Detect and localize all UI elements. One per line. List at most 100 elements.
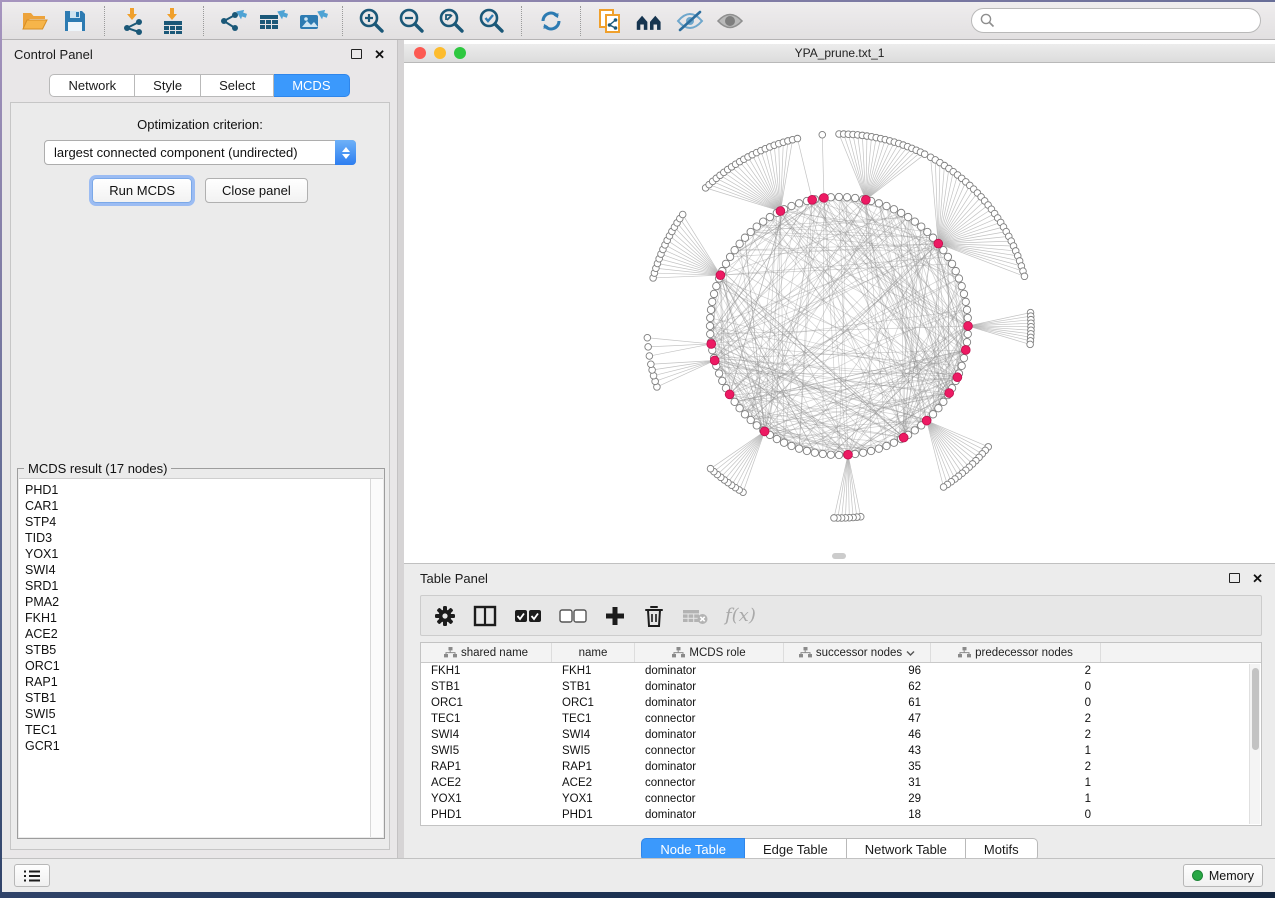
mcds-result-item[interactable]: CAR1 [25,498,370,514]
ring-node[interactable] [795,200,802,207]
ring-node[interactable] [963,338,970,345]
mcds-hub-node[interactable] [964,322,973,331]
mcds-result-item[interactable]: FKH1 [25,610,370,626]
add-column-icon[interactable] [604,605,626,627]
leaf-node[interactable] [646,353,653,360]
ring-node[interactable] [918,223,925,230]
ring-node[interactable] [960,354,967,361]
float-panel-icon[interactable] [351,49,362,59]
ring-node[interactable] [883,202,890,209]
ring-node[interactable] [964,314,971,321]
window-minimize-icon[interactable] [434,47,446,59]
ring-node[interactable] [940,398,947,405]
ring-node[interactable] [726,253,733,260]
mcds-list-scrollbar[interactable] [370,479,383,837]
delete-column-icon[interactable] [643,604,665,628]
network-hscrollbar-thumb[interactable] [832,553,846,559]
ring-node[interactable] [890,439,897,446]
mcds-hub-node[interactable] [953,373,962,382]
mcds-result-item[interactable]: PHD1 [25,482,370,498]
mcds-result-item[interactable]: PMA2 [25,594,370,610]
mcds-result-item[interactable]: YOX1 [25,546,370,562]
mcds-hub-node[interactable] [725,390,734,399]
mcds-hub-node[interactable] [844,450,853,459]
ring-node[interactable] [795,445,802,452]
mcds-hub-node[interactable] [961,346,970,355]
zoom-fit-icon[interactable] [437,6,467,36]
mcds-hub-node[interactable] [710,356,719,365]
ring-node[interactable] [747,228,754,235]
column-layout-icon[interactable] [473,605,497,627]
import-table-icon[interactable] [159,6,189,36]
ring-node[interactable] [958,282,965,289]
ring-node[interactable] [759,218,766,225]
ring-node[interactable] [883,442,890,449]
mcds-result-item[interactable]: TEC1 [25,722,370,738]
table-scrollbar[interactable] [1249,664,1260,824]
ring-node[interactable] [780,439,787,446]
mcds-hub-node[interactable] [934,239,943,248]
run-mcds-button[interactable]: Run MCDS [92,178,192,203]
ring-node[interactable] [788,442,795,449]
table-row[interactable]: SWI5SWI5connector431 [421,743,1261,759]
ring-node[interactable] [707,314,714,321]
mcds-result-item[interactable]: STB5 [25,642,370,658]
table-row[interactable]: STB1STB1dominator620 [421,679,1261,695]
memory-button[interactable]: Memory [1183,864,1263,887]
ring-node[interactable] [964,330,971,337]
mcds-result-item[interactable]: RAP1 [25,674,370,690]
mcds-hub-node[interactable] [808,195,817,204]
close-panel-icon[interactable]: ✕ [374,48,385,61]
ring-node[interactable] [924,228,931,235]
mcds-result-item[interactable]: TID3 [25,530,370,546]
ring-node[interactable] [962,298,969,305]
leaf-node[interactable] [707,465,714,472]
ring-node[interactable] [843,194,850,201]
select-all-rows-icon[interactable] [514,608,542,624]
tab-network[interactable]: Network [49,74,135,97]
window-zoom-icon[interactable] [454,47,466,59]
tab-select[interactable]: Select [201,74,274,97]
leaf-node[interactable] [679,211,686,218]
network-graph[interactable] [404,64,1275,563]
ring-node[interactable] [747,416,754,423]
export-network-icon[interactable] [218,6,248,36]
ring-node[interactable] [773,435,780,442]
deselect-all-rows-icon[interactable] [559,608,587,624]
hide-selected-icon[interactable] [675,6,705,36]
leaf-node[interactable] [819,131,826,138]
settings-gear-icon[interactable] [434,605,456,627]
leaf-node[interactable] [1021,273,1028,280]
ring-node[interactable] [753,223,760,230]
float-table-panel-icon[interactable] [1229,573,1240,583]
tab-style[interactable]: Style [135,74,201,97]
leaf-node[interactable] [648,361,655,368]
ring-node[interactable] [709,298,716,305]
network-canvas[interactable] [404,64,1275,563]
close-table-panel-icon[interactable]: ✕ [1252,572,1263,585]
table-row[interactable]: ORC1ORC1dominator610 [421,695,1261,711]
leaf-node[interactable] [645,344,652,351]
mcds-hub-node[interactable] [707,340,716,349]
ring-node[interactable] [811,449,818,456]
leaf-node[interactable] [1027,341,1034,348]
close-panel-button[interactable]: Close panel [205,178,308,203]
table-scrollbar-thumb[interactable] [1252,668,1259,750]
ring-node[interactable] [706,322,713,329]
ring-node[interactable] [851,194,858,201]
ring-node[interactable] [788,202,795,209]
ring-node[interactable] [715,370,722,377]
window-close-icon[interactable] [414,47,426,59]
ring-node[interactable] [875,445,882,452]
table-row[interactable]: SWI4SWI4dominator462 [421,727,1261,743]
ring-node[interactable] [929,411,936,418]
ring-node[interactable] [948,260,955,267]
ring-node[interactable] [963,306,970,313]
ring-node[interactable] [736,240,743,247]
ring-node[interactable] [904,213,911,220]
ring-node[interactable] [731,398,738,405]
network-window-titlebar[interactable]: YPA_prune.txt_1 [404,44,1275,63]
save-session-icon[interactable] [60,6,90,36]
ring-node[interactable] [935,405,942,412]
mcds-result-item[interactable]: SWI5 [25,706,370,722]
